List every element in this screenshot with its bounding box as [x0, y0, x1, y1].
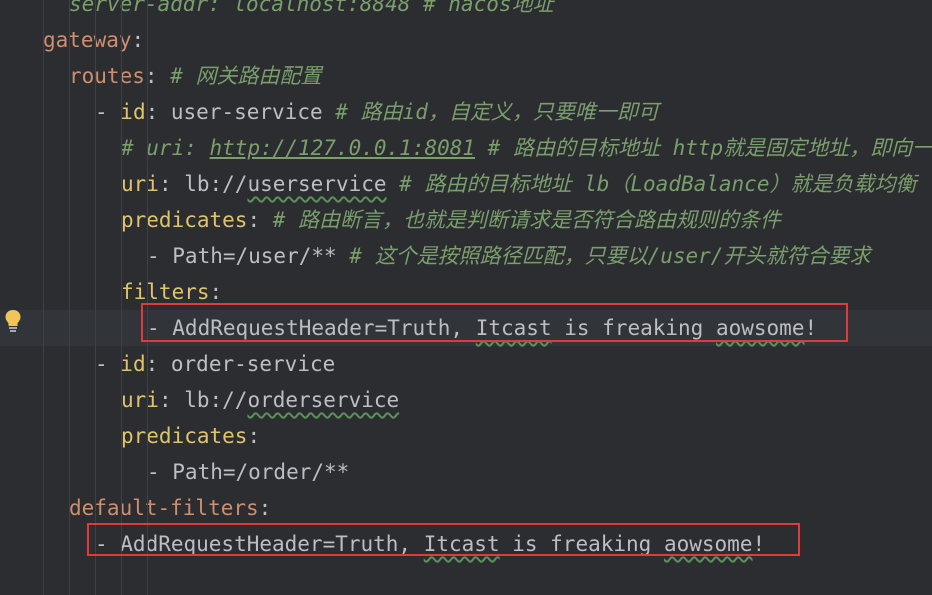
- code-token: http://127.0.0.1:8081: [209, 136, 476, 160]
- code-token: -: [95, 352, 121, 376]
- code-token: # uri:: [121, 136, 210, 160]
- code-editor[interactable]: - AddRequestHeader=Truth, Itcast is frea…: [0, 0, 932, 595]
- indent-guide: [147, 0, 148, 595]
- code-line[interactable]: - id: user-service # 路由id，自定义，只要唯一即可: [0, 94, 932, 130]
- code-token: :: [144, 64, 171, 88]
- code-line[interactable]: default-filters:: [0, 490, 932, 526]
- code-token: :: [131, 28, 145, 52]
- code-line[interactable]: uri: lb://userservice # 路由的目标地址 lb（LoadB…: [0, 166, 932, 202]
- code-line[interactable]: gateway:: [0, 22, 932, 58]
- code-token: # 路由断言，也就是判断请求是否符合路由规则的条件: [272, 208, 782, 232]
- code-token: - Path=/user/**: [147, 244, 350, 268]
- code-token: lb://: [184, 388, 248, 412]
- code-token: orderservice: [247, 388, 400, 412]
- code-line[interactable]: - Path=/user/** # 这个是按照路径匹配，只要以/user/开头就…: [0, 238, 932, 274]
- code-token: routes: [69, 64, 145, 88]
- code-token: :: [145, 352, 171, 376]
- code-line[interactable]: uri: lb://orderservice: [0, 382, 932, 418]
- indent-guide: [69, 0, 70, 595]
- code-line[interactable]: server-addr: localhost:8848 # nacos地址: [0, 0, 932, 22]
- code-line[interactable]: routes: # 网关路由配置: [0, 58, 932, 94]
- code-token: uri: [121, 172, 159, 196]
- code-token: :: [158, 172, 185, 196]
- code-token: -: [95, 100, 121, 124]
- code-token: # 路由id，自定义，只要唯一即可: [335, 100, 659, 124]
- code-token: :: [158, 388, 185, 412]
- code-token: predicates: [121, 208, 248, 232]
- highlight-box-default-filters: [87, 523, 800, 556]
- highlight-box-filters: [141, 303, 848, 342]
- code-token: server-addr: localhost:8848 # nacos地址: [69, 0, 554, 16]
- code-line[interactable]: - id: order-service: [0, 346, 932, 382]
- code-token: predicates: [121, 424, 248, 448]
- code-token: :: [258, 496, 272, 520]
- lightbulb-icon[interactable]: [4, 309, 22, 333]
- indent-guide: [95, 0, 96, 595]
- code-line[interactable]: predicates:: [0, 418, 932, 454]
- code-token: :: [247, 208, 273, 232]
- indent-guide: [43, 0, 44, 595]
- code-token: gateway: [43, 28, 132, 52]
- code-token: # 路由的目标地址 lb（LoadBalance）就是负载均衡: [386, 172, 917, 196]
- code-token: id: [120, 352, 146, 376]
- code-token: # 路由的目标地址 http就是固定地址，即向一个: [475, 136, 932, 160]
- code-line[interactable]: - Path=/order/**: [0, 454, 932, 490]
- code-token: :: [209, 280, 223, 304]
- code-token: id: [120, 100, 146, 124]
- code-token: filters: [121, 280, 210, 304]
- code-line[interactable]: # uri: http://127.0.0.1:8081 # 路由的目标地址 h…: [0, 130, 932, 166]
- code-token: :: [145, 100, 171, 124]
- code-token: order-service: [170, 352, 336, 376]
- code-token: # 这个是按照路径匹配，只要以/user/开头就符合要求: [349, 244, 871, 268]
- code-token: lb://: [184, 172, 248, 196]
- code-token: - Path=/order/**: [147, 460, 350, 484]
- code-token: default-filters: [69, 496, 259, 520]
- code-token: # 网关路由配置: [170, 64, 322, 88]
- code-token: user-service: [170, 100, 336, 124]
- code-token: uri: [121, 388, 159, 412]
- code-token: userservice: [247, 172, 387, 196]
- indent-guide: [121, 0, 122, 595]
- code-token: :: [247, 424, 261, 448]
- code-line[interactable]: predicates: # 路由断言，也就是判断请求是否符合路由规则的条件: [0, 202, 932, 238]
